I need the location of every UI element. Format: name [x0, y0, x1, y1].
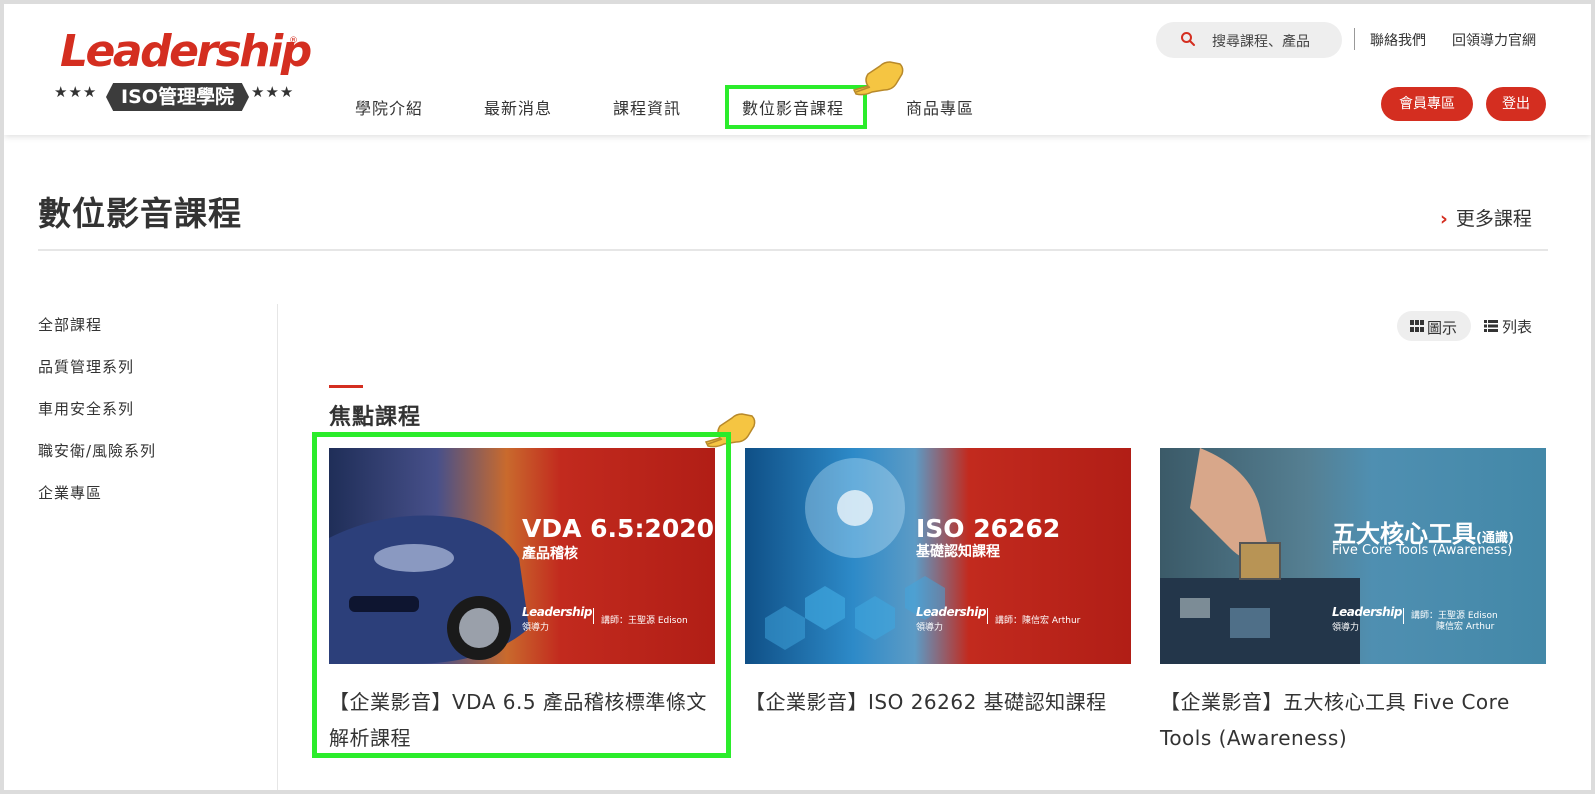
thumb-teacher-2: 陳信宏 Arthur — [1436, 622, 1495, 632]
course-title-iso26262[interactable]: 【企業影音】ISO 26262 基礎認知課程 — [745, 684, 1135, 720]
nav-item-courses[interactable]: 課程資訊 — [613, 95, 681, 119]
thumb-separator — [987, 608, 988, 624]
nav-item-about[interactable]: 學院介紹 — [355, 95, 423, 119]
logo-stars-right: ★★★ — [251, 83, 295, 101]
nav-highlight-box — [725, 85, 867, 129]
logout-button[interactable]: 登出 — [1486, 87, 1546, 121]
course-title-five-core-tools[interactable]: 【企業影音】五大核心工具 Five Core Tools (Awareness) — [1160, 684, 1550, 756]
thumb-subtitle: 基礎認知課程 — [916, 544, 1000, 560]
thumb-brand: Leadership — [916, 605, 986, 619]
more-courses-link[interactable]: › 更多課程 — [1440, 204, 1532, 231]
focus-accent-bar — [329, 385, 363, 388]
course-thumbnail-five-core-tools[interactable]: 五大核心工具(通識) Five Core Tools (Awareness) L… — [1160, 448, 1546, 664]
nav-item-products[interactable]: 商品專區 — [906, 95, 974, 119]
grid-view-toggle[interactable]: 圖示 — [1397, 311, 1471, 341]
contact-link[interactable]: 聯絡我們 — [1370, 30, 1426, 50]
chip-hand-illustration — [1160, 448, 1360, 664]
list-view-icon — [1484, 320, 1498, 332]
thumb-title: ISO 26262 — [916, 514, 1061, 543]
site-logo[interactable]: Leadership ® ★★★ ISO管理學院 ★★★ — [54, 26, 312, 118]
course-thumbnail-iso26262[interactable]: ISO 26262 基礎認知課程 Leadership 領導力 講師：陳信宏 A… — [745, 448, 1131, 664]
search-box[interactable]: 搜尋課程、產品 — [1156, 22, 1342, 58]
page-frame: Leadership ® ★★★ ISO管理學院 ★★★ 學院介紹 最新消息 課… — [4, 4, 1591, 790]
chevron-right-icon: › — [1440, 208, 1448, 230]
logo-stars-left: ★★★ — [54, 83, 98, 101]
official-site-link[interactable]: 回領導力官網 — [1452, 30, 1536, 50]
thumb-brand-cn: 領導力 — [1332, 623, 1360, 633]
list-view-label: 列表 — [1502, 318, 1533, 336]
thumb-brand: Leadership — [1332, 605, 1402, 619]
search-icon — [1181, 32, 1195, 46]
site-header: Leadership ® ★★★ ISO管理學院 ★★★ 學院介紹 最新消息 課… — [4, 4, 1591, 135]
category-sidebar: 全部課程 品質管理系列 車用安全系列 職安衛/風險系列 企業專區 — [4, 304, 278, 790]
pointing-hand-icon — [852, 61, 904, 96]
more-courses-label: 更多課程 — [1455, 208, 1532, 230]
grid-view-icon — [1410, 320, 1424, 332]
thumb-teacher: 講師：陳信宏 Arthur — [995, 616, 1081, 626]
logo-registered-mark: ® — [289, 36, 298, 46]
logo-wordmark: Leadership — [60, 26, 312, 77]
header-divider — [1354, 28, 1355, 50]
thumb-brand-cn: 領導力 — [916, 623, 944, 633]
member-area-button[interactable]: 會員專區 — [1381, 87, 1473, 121]
sidebar-item-enterprise[interactable]: 企業專區 — [38, 482, 102, 503]
logo-badge: ISO管理學院 — [106, 83, 249, 111]
sidebar-item-automotive-safety[interactable]: 車用安全系列 — [38, 398, 134, 419]
focus-section-title: 焦點課程 — [329, 405, 422, 430]
sidebar-item-all[interactable]: 全部課程 — [38, 314, 102, 335]
title-divider — [38, 249, 1548, 251]
page-title: 數位影音課程 — [38, 194, 242, 233]
sidebar-item-ohs-risk[interactable]: 職安衛/風險系列 — [38, 440, 156, 461]
search-placeholder: 搜尋課程、產品 — [1212, 34, 1310, 50]
card-highlight-box — [312, 432, 731, 758]
thumb-separator — [1403, 608, 1404, 624]
sidebar-item-quality[interactable]: 品質管理系列 — [38, 356, 134, 377]
thumb-subtitle: Five Core Tools (Awareness) — [1332, 543, 1513, 558]
nav-item-news[interactable]: 最新消息 — [484, 95, 552, 119]
grid-view-label: 圖示 — [1427, 319, 1458, 337]
